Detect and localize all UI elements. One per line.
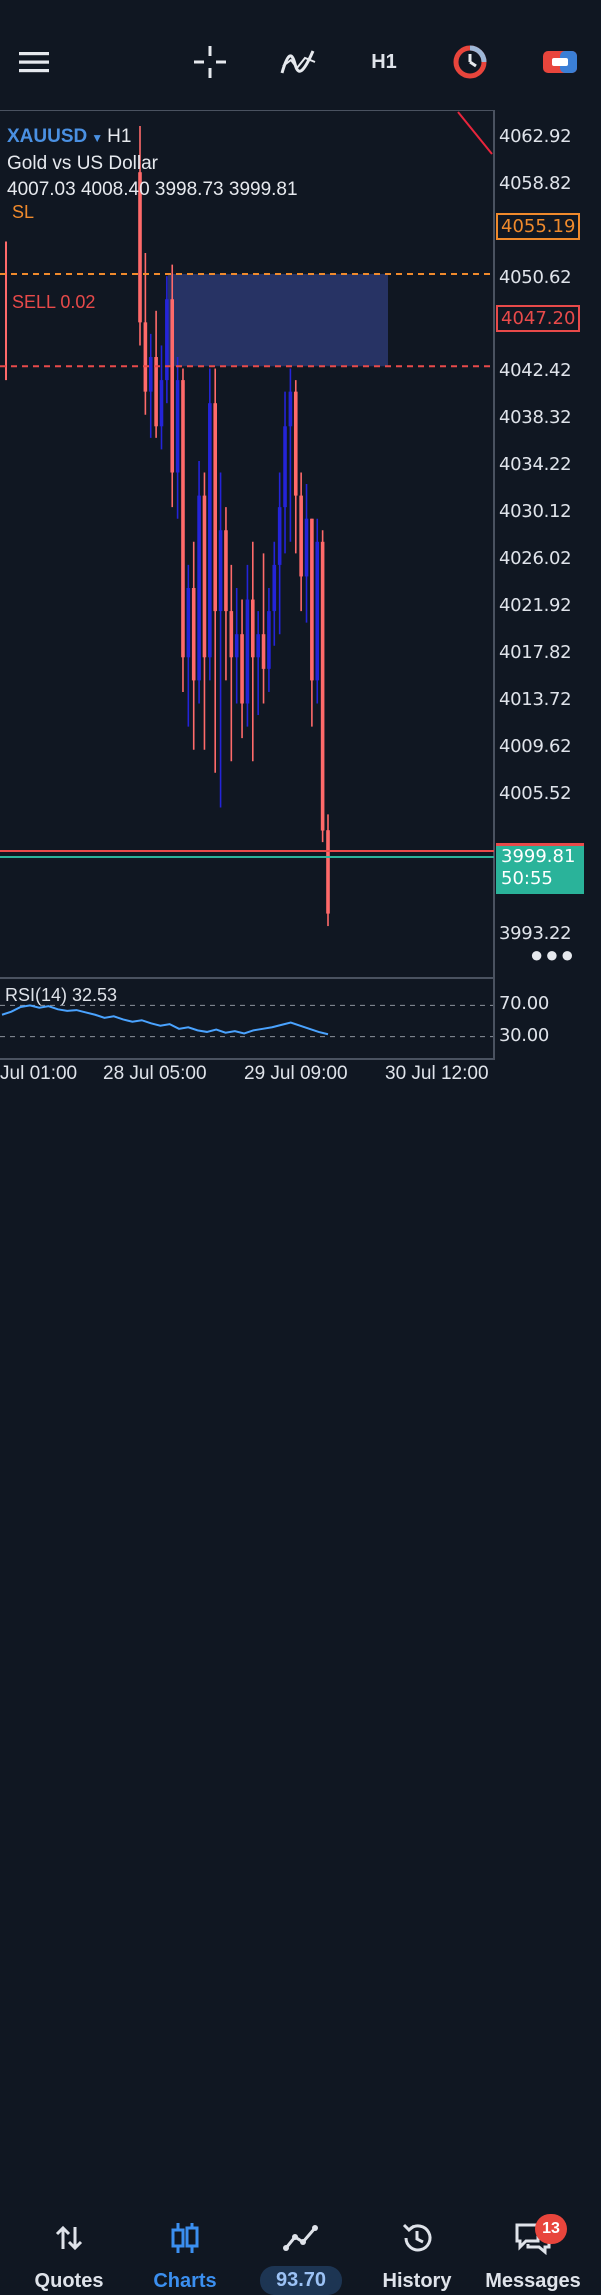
rsi-level-70: 70.00 xyxy=(499,993,550,1014)
candle-body xyxy=(320,541,325,831)
nav-quotes[interactable]: Quotes xyxy=(14,2218,124,2293)
candle-body xyxy=(186,588,191,658)
sl-price-box: 4055.19 xyxy=(496,213,581,240)
candle-body xyxy=(218,530,223,612)
candle-body xyxy=(272,564,277,612)
price-tick: 3993.22 xyxy=(499,923,572,944)
price-tick: 4021.92 xyxy=(499,595,572,616)
candle-body xyxy=(315,541,320,681)
price-tick: 4005.52 xyxy=(499,783,572,804)
rsi-line xyxy=(1,1004,329,1036)
bid-price: 3999.81 xyxy=(501,846,576,867)
trend-line xyxy=(457,111,493,155)
quotes-icon xyxy=(14,2218,124,2258)
price-tick: 4038.32 xyxy=(499,407,572,428)
candle-body xyxy=(288,391,293,427)
price-tick: 4062.92 xyxy=(499,126,572,147)
nav-history[interactable]: History xyxy=(362,2218,472,2293)
sell-price-box: 4047.20 xyxy=(496,305,581,332)
menu-icon[interactable] xyxy=(14,40,54,84)
history-icon xyxy=(362,2218,472,2258)
price-tick: 4017.82 xyxy=(499,642,572,663)
candle-body xyxy=(208,403,212,658)
nav-messages-label: Messages xyxy=(485,2270,581,2292)
rsi-level-30: 30.00 xyxy=(499,1025,550,1046)
price-tick: 4058.82 xyxy=(499,173,572,194)
nav-quotes-label: Quotes xyxy=(34,2270,104,2292)
candle-body xyxy=(234,634,239,658)
time-tick: 28 Jul 05:00 xyxy=(103,1063,207,1084)
nav-charts-label: Charts xyxy=(153,2270,217,2292)
candle-body xyxy=(229,611,234,658)
timeframe-button[interactable]: H1 xyxy=(362,40,406,84)
time-tick: 30 Jul 12:00 xyxy=(385,1063,489,1084)
symbol-description: Gold vs US Dollar xyxy=(7,153,158,174)
candle-body xyxy=(159,380,164,427)
account-balance: 93.70 xyxy=(259,2266,343,2295)
candle-body xyxy=(170,299,175,473)
chart-info: XAUUSD ▼ H1 Gold vs US Dollar 4007.03 4008… xyxy=(7,124,298,203)
candle-body xyxy=(175,380,180,473)
nav-trade[interactable]: 93.70 xyxy=(246,2218,356,2295)
trade-icon xyxy=(246,2218,356,2258)
price-tick: 4009.62 xyxy=(499,736,572,757)
candle-body xyxy=(143,322,148,392)
symbol-dropdown-icon[interactable]: ▼ xyxy=(91,131,103,145)
candle-body xyxy=(299,495,303,577)
candle-body xyxy=(256,634,260,658)
new-order-icon[interactable] xyxy=(538,40,582,84)
candle-body xyxy=(277,507,282,565)
more-options-icon[interactable]: ●●● xyxy=(530,942,576,968)
candle-body xyxy=(165,299,169,381)
sl-line-label[interactable]: SL xyxy=(12,202,34,223)
trade-clock-icon[interactable] xyxy=(450,40,490,84)
candle-body xyxy=(213,403,217,612)
nav-history-label: History xyxy=(382,2270,452,2292)
candle-body xyxy=(148,357,153,392)
price-tick: 4026.02 xyxy=(499,548,572,569)
crosshair-icon[interactable] xyxy=(190,40,230,84)
candle-body xyxy=(240,634,244,704)
candle-body xyxy=(293,391,298,496)
messages-badge: 13 xyxy=(535,2214,567,2244)
rsi-label: RSI(14) 32.53 xyxy=(5,985,118,1005)
ohlc-values: 4007.03 4008.40 3998.73 3999.81 xyxy=(7,179,298,200)
chart-timeframe: H1 xyxy=(107,126,132,147)
price-tick: 4013.72 xyxy=(499,689,572,710)
indicators-icon[interactable] xyxy=(276,40,320,84)
price-tick: 4042.42 xyxy=(499,360,572,381)
messages-icon xyxy=(478,2218,588,2258)
candle-body xyxy=(245,599,250,704)
nav-messages[interactable]: Messages xyxy=(478,2218,588,2293)
symbol-name[interactable]: XAUUSD xyxy=(7,126,87,147)
time-tick: Jul 01:00 xyxy=(0,1063,78,1084)
candle-body xyxy=(326,830,330,914)
bid-price-box: 3999.81 50:55 xyxy=(496,843,584,894)
time-tick: 29 Jul 09:00 xyxy=(244,1063,348,1084)
timeframe-label: H1 xyxy=(371,50,397,73)
nav-charts[interactable]: Charts xyxy=(130,2218,240,2293)
candle-body xyxy=(191,588,196,681)
sell-line-label[interactable]: SELL 0.02 xyxy=(12,292,95,313)
bottom-navigation: Quotes Charts 93.70 History Messages 13 xyxy=(0,1100,601,2295)
chart-toolbar: H1 xyxy=(0,0,601,110)
candle-body xyxy=(283,426,287,508)
price-tick: 4030.12 xyxy=(499,501,572,522)
candle-body xyxy=(261,634,266,669)
charts-icon xyxy=(130,2218,240,2258)
candle-body xyxy=(181,380,185,658)
candle-body xyxy=(304,518,309,577)
candle-body xyxy=(267,611,271,669)
candle-body xyxy=(202,495,207,658)
sell-zone xyxy=(168,273,388,367)
price-tick: 4050.62 xyxy=(499,267,572,288)
candle-body xyxy=(154,357,158,427)
candle-body xyxy=(224,530,228,612)
candle-body xyxy=(310,518,314,681)
price-tick: 4034.22 xyxy=(499,454,572,475)
candle-body xyxy=(251,599,255,658)
candle-countdown: 50:55 xyxy=(501,868,553,889)
candle-body xyxy=(197,495,201,681)
